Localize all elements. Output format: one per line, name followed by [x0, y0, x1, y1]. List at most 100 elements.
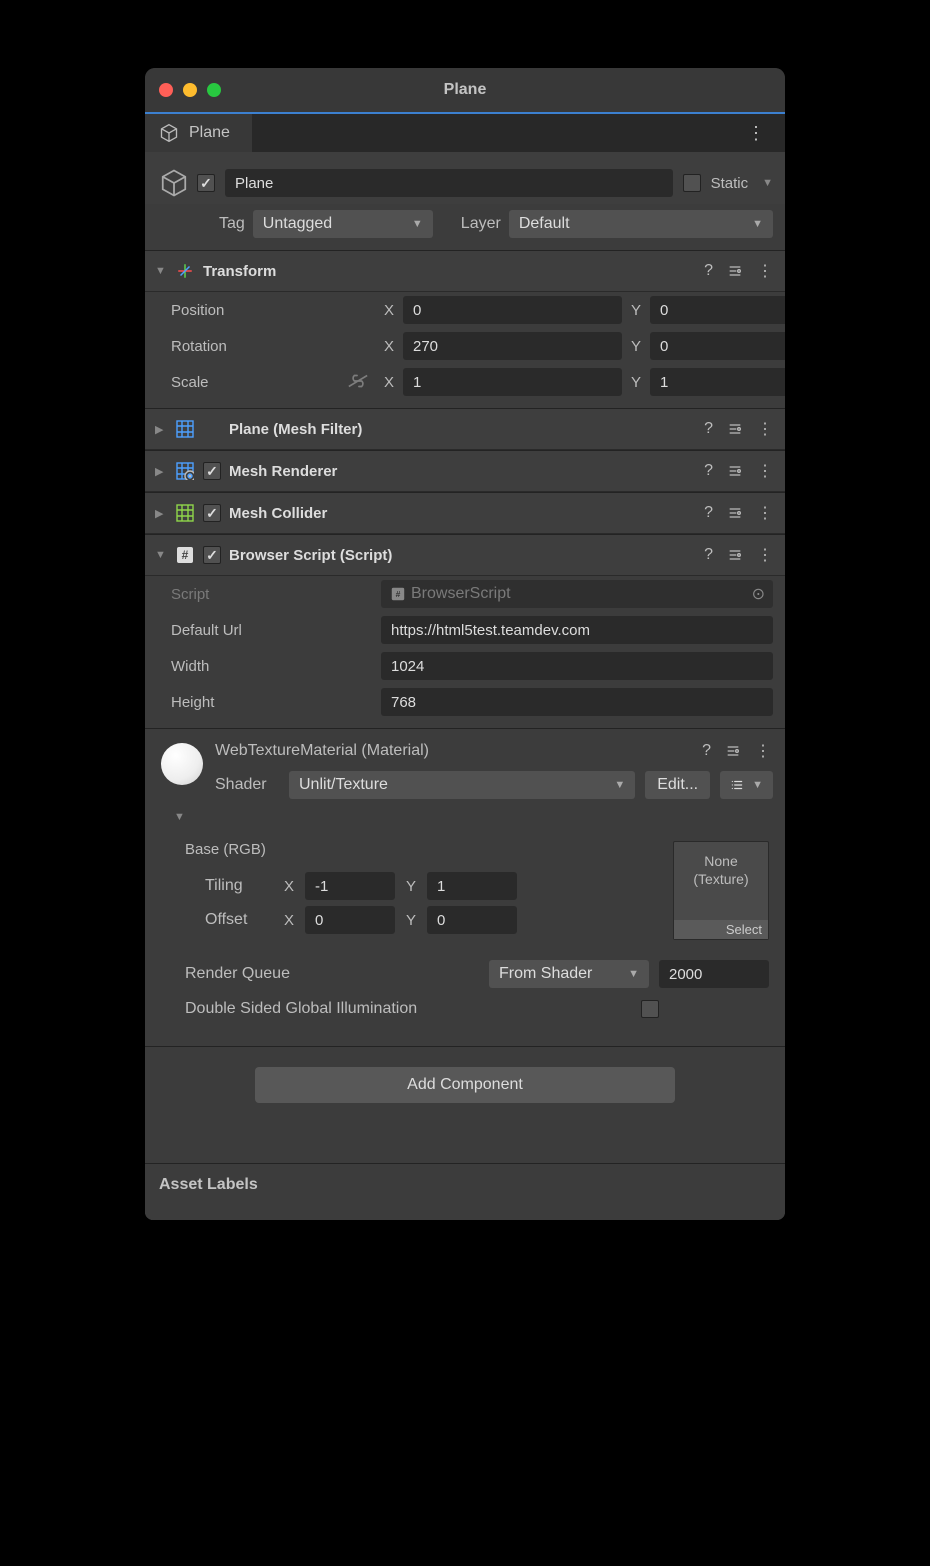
add-component-button[interactable]: Add Component	[255, 1067, 675, 1103]
static-label: Static	[711, 175, 749, 192]
add-component-area: Add Component	[145, 1047, 785, 1163]
preset-icon[interactable]	[725, 545, 745, 565]
help-icon[interactable]: ?	[700, 740, 713, 762]
minimize-window-button[interactable]	[183, 83, 197, 97]
x-label: X	[381, 302, 397, 319]
shader-label: Shader	[215, 776, 279, 794]
gameobject-icon[interactable]	[157, 166, 191, 200]
material-foldout-icon[interactable]: ▼	[174, 811, 186, 823]
rotation-x-input[interactable]	[403, 332, 622, 360]
svg-text:#: #	[182, 548, 189, 562]
component-menu-icon[interactable]: ⋮	[755, 417, 775, 441]
material-preview-icon[interactable]	[161, 743, 203, 785]
width-input[interactable]	[381, 652, 773, 680]
edit-shader-button[interactable]: Edit...	[645, 771, 710, 799]
mesh-renderer-header[interactable]: ▶ Mesh Renderer ? ⋮	[145, 450, 785, 492]
gameobject-enabled-checkbox[interactable]	[197, 174, 215, 192]
preset-icon[interactable]	[725, 419, 745, 439]
preset-icon[interactable]	[723, 741, 743, 761]
offset-x-input[interactable]	[305, 906, 395, 934]
rotation-y-input[interactable]	[650, 332, 785, 360]
mesh-collider-icon	[175, 503, 195, 523]
mesh-collider-enabled-checkbox[interactable]	[203, 504, 221, 522]
render-queue-dropdown[interactable]: From Shader▼	[489, 960, 649, 988]
foldout-icon[interactable]: ▼	[155, 549, 167, 561]
mesh-renderer-title: Mesh Renderer	[229, 463, 694, 480]
browser-script-header[interactable]: ▼ # Browser Script (Script) ? ⋮	[145, 534, 785, 576]
rotation-label: Rotation	[171, 338, 381, 355]
object-picker-icon[interactable]: ⊙	[752, 584, 765, 604]
tag-dropdown[interactable]: Untagged▼	[253, 210, 433, 238]
static-checkbox[interactable]	[683, 174, 701, 192]
browser-script-enabled-checkbox[interactable]	[203, 546, 221, 564]
tiling-x-input[interactable]	[305, 872, 395, 900]
script-icon: #	[175, 545, 195, 565]
static-dropdown[interactable]: ▼	[762, 177, 773, 189]
component-menu-icon[interactable]: ⋮	[755, 543, 775, 567]
titlebar: Plane	[145, 68, 785, 112]
constrain-scale-icon[interactable]	[347, 374, 369, 390]
material-body: Base (RGB) Tiling X Y Offset X Y None (T…	[145, 827, 785, 1047]
component-menu-icon[interactable]: ⋮	[755, 259, 775, 283]
foldout-icon[interactable]: ▶	[155, 423, 167, 436]
scale-y-input[interactable]	[650, 368, 785, 396]
shader-dropdown[interactable]: Unlit/Texture▼	[289, 771, 635, 799]
preset-icon[interactable]	[725, 503, 745, 523]
close-window-button[interactable]	[159, 83, 173, 97]
foldout-icon[interactable]: ▼	[155, 265, 167, 277]
rotation-row: Rotation X Y Z	[145, 328, 785, 364]
render-queue-row: Render Queue From Shader▼	[185, 960, 769, 988]
help-icon[interactable]: ?	[702, 502, 715, 524]
tiling-row: Tiling X Y	[185, 872, 657, 900]
tiling-y-input[interactable]	[427, 872, 517, 900]
cube-icon	[159, 123, 179, 143]
browser-script-title: Browser Script (Script)	[229, 547, 694, 564]
dsgi-checkbox[interactable]	[641, 1000, 659, 1018]
zoom-window-button[interactable]	[207, 83, 221, 97]
help-icon[interactable]: ?	[702, 544, 715, 566]
help-icon[interactable]: ?	[702, 418, 715, 440]
mesh-filter-icon	[175, 419, 195, 439]
foldout-icon[interactable]: ▶	[155, 507, 167, 520]
mesh-renderer-icon	[175, 461, 195, 481]
object-header: Static ▼	[145, 152, 785, 204]
mesh-renderer-enabled-checkbox[interactable]	[203, 462, 221, 480]
mesh-filter-header[interactable]: ▶ Plane (Mesh Filter) ? ⋮	[145, 408, 785, 450]
script-reference-field[interactable]: # BrowserScript ⊙	[381, 580, 773, 608]
texture-select-button[interactable]: Select	[674, 920, 768, 939]
render-queue-label: Render Queue	[185, 965, 479, 983]
preset-icon[interactable]	[725, 261, 745, 281]
layer-value: Default	[519, 215, 570, 233]
gameobject-name-input[interactable]	[225, 169, 673, 197]
texture-slot[interactable]: None (Texture) Select	[673, 841, 769, 940]
height-input[interactable]	[381, 688, 773, 716]
default-url-input[interactable]	[381, 616, 773, 644]
inspector-window: Plane Plane ⋮ Static ▼ Tag Unta	[145, 68, 785, 1220]
tab-menu-button[interactable]: ⋮	[741, 119, 771, 148]
base-rgb-label: Base (RGB)	[185, 841, 657, 858]
preset-icon[interactable]	[725, 461, 745, 481]
help-icon[interactable]: ?	[702, 260, 715, 282]
mesh-collider-header[interactable]: ▶ Mesh Collider ? ⋮	[145, 492, 785, 534]
texture-none-label: None (Texture)	[674, 842, 768, 920]
position-y-input[interactable]	[650, 296, 785, 324]
layer-label: Layer	[461, 215, 501, 233]
tab-inspector[interactable]: Plane	[145, 114, 253, 152]
width-row: Width	[145, 648, 785, 684]
position-x-input[interactable]	[403, 296, 622, 324]
dsgi-label: Double Sided Global Illumination	[185, 1000, 631, 1018]
help-icon[interactable]: ?	[702, 460, 715, 482]
render-queue-value-input[interactable]	[659, 960, 769, 988]
layer-dropdown[interactable]: Default▼	[509, 210, 773, 238]
transform-header[interactable]: ▼ Transform ? ⋮	[145, 250, 785, 292]
material-title: WebTextureMaterial (Material)	[215, 742, 700, 760]
scale-x-input[interactable]	[403, 368, 622, 396]
foldout-icon[interactable]: ▶	[155, 465, 167, 478]
component-menu-icon[interactable]: ⋮	[755, 459, 775, 483]
component-menu-icon[interactable]: ⋮	[755, 501, 775, 525]
shader-list-button[interactable]: ▼	[720, 771, 773, 799]
offset-label: Offset	[205, 911, 273, 929]
offset-y-input[interactable]	[427, 906, 517, 934]
material-menu-icon[interactable]: ⋮	[753, 739, 773, 763]
asset-labels-section[interactable]: Asset Labels	[145, 1163, 785, 1220]
